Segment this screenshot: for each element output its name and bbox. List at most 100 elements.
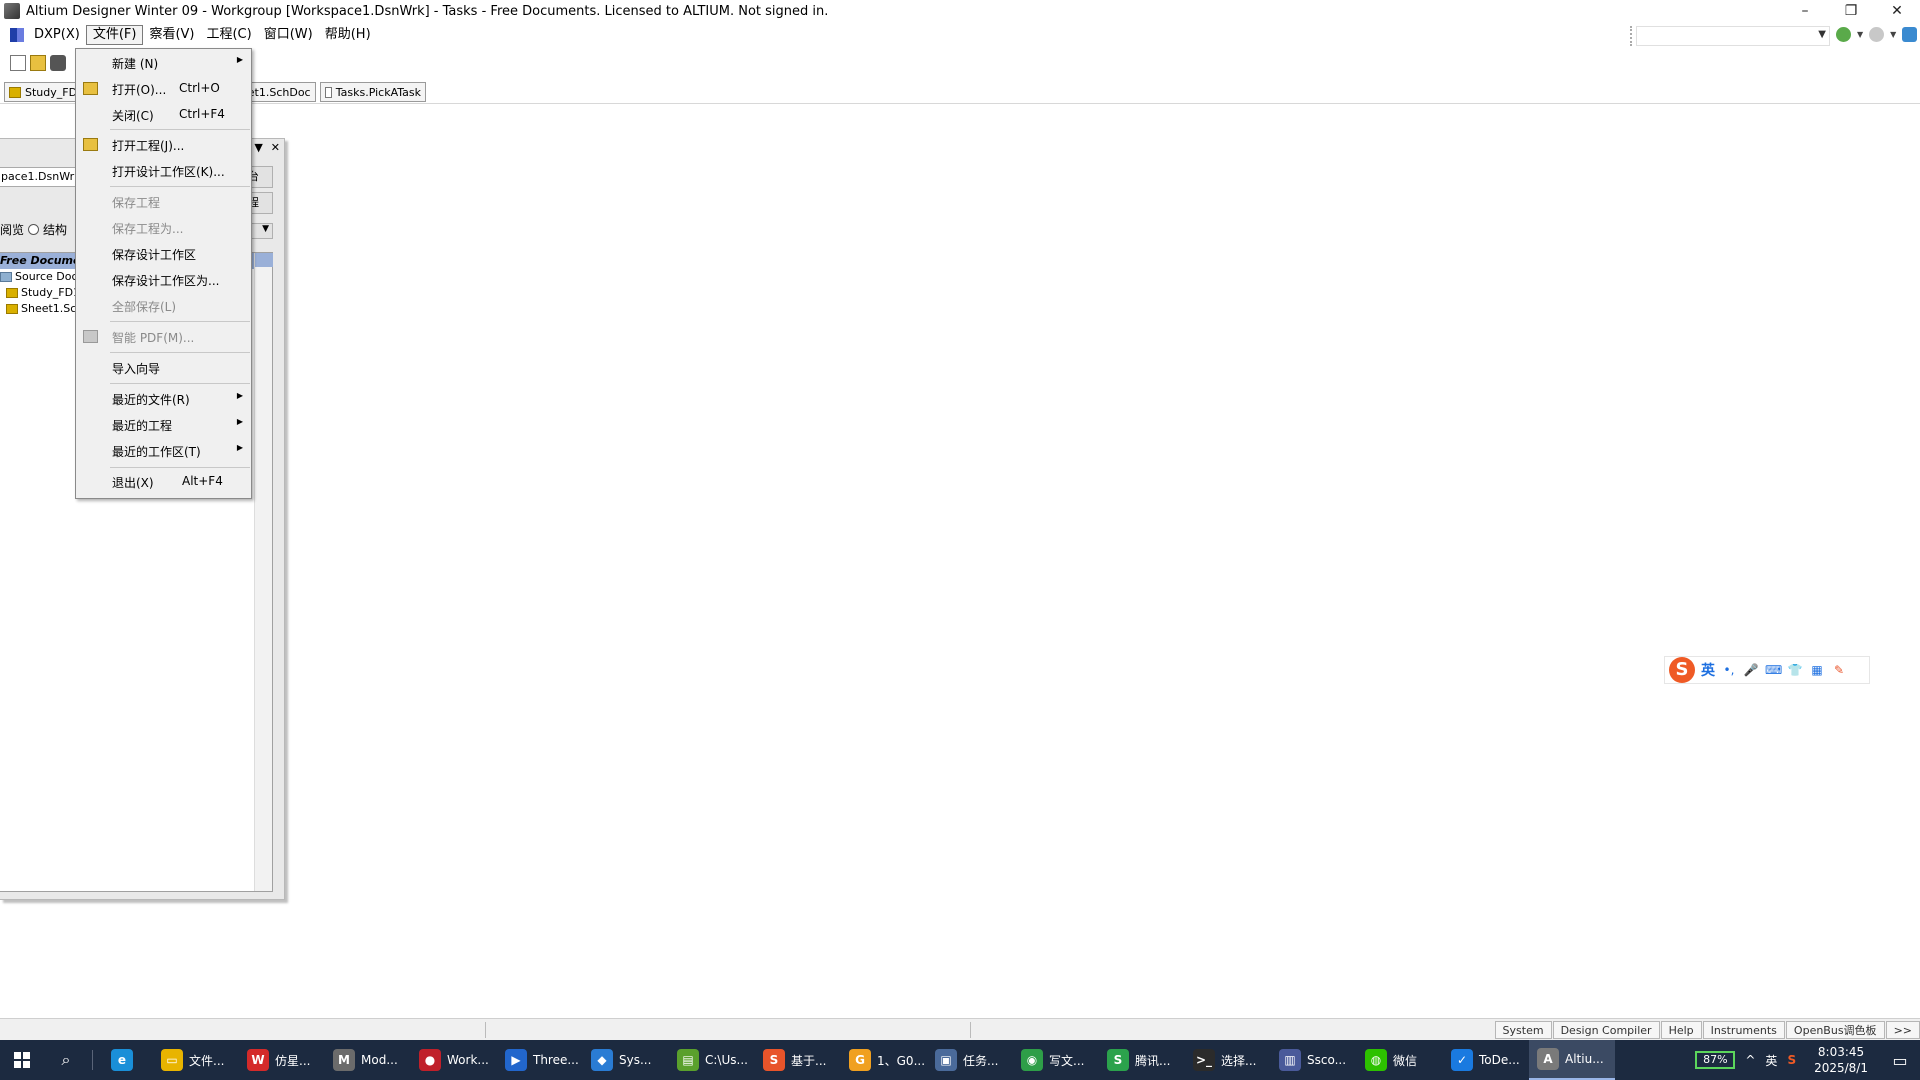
more-panels-button[interactable]: >> [1885,1021,1920,1039]
menu-project[interactable]: 工程(C) [200,25,257,45]
menu-item-recent-workspaces[interactable]: 最近的工作区(T) ▶ [76,439,251,463]
menu-item-recent-files[interactable]: 最近的文件(R) ▶ [76,387,251,411]
app-icon: >_ [1193,1049,1215,1071]
view-mode-label[interactable]: 阅览 [0,221,24,238]
taskbar-app[interactable]: W 仿星... [239,1040,325,1080]
taskbar-app-label: Sys... [619,1053,652,1067]
back-dropdown-icon[interactable]: ▼ [1857,30,1863,39]
app-icon: ◉ [1021,1049,1043,1071]
skin-icon[interactable]: 👕 [1787,663,1803,677]
toolbox-icon[interactable]: ✎ [1831,663,1847,677]
tray-sogou-icon[interactable]: S [1787,1053,1796,1067]
punctuation-icon[interactable]: •, [1721,663,1737,677]
taskbar-app[interactable]: ✓ ToDe... [1443,1040,1529,1080]
workspace-field[interactable]: pace1.DsnWrk [0,167,80,187]
taskbar-clock[interactable]: 8:03:45 2025/8/1 [1814,1044,1868,1076]
keyboard-icon[interactable]: ⌨ [1765,663,1782,677]
forward-dropdown-icon[interactable]: ▼ [1890,30,1896,39]
menu-file[interactable]: 文件(F) [85,25,144,45]
taskbar-app[interactable]: e [103,1040,153,1080]
taskbar-app[interactable]: ● Work... [411,1040,497,1080]
sogou-logo-icon[interactable]: S [1669,657,1695,683]
address-combo[interactable]: ▼ [1636,26,1830,46]
app-icon: A [1537,1048,1559,1070]
doc-tab-tasks[interactable]: Tasks.PickATask [320,82,426,102]
search-icon[interactable]: ⌕ [44,1040,88,1080]
taskbar-app[interactable]: ◉ 写文... [1013,1040,1099,1080]
home-icon[interactable] [1902,27,1918,42]
back-icon[interactable] [1836,27,1851,42]
taskbar-app[interactable]: S 基于... [755,1040,841,1080]
ime-toolbar: S 英 •, 🎤 ⌨ 👕 ▦ ✎ [1664,656,1870,684]
panel-menu-icon[interactable]: ▼ [254,141,262,154]
restore-button[interactable]: ❐ [1828,0,1874,22]
start-button[interactable] [0,1040,44,1080]
apps-grid-icon[interactable]: ▦ [1809,663,1825,677]
taskbar-app[interactable]: ◍ 微信 [1357,1040,1443,1080]
tool-icon[interactable] [50,55,66,71]
taskbar-app[interactable]: ▥ Ssco... [1271,1040,1357,1080]
help-panel-button[interactable]: Help [1660,1021,1702,1039]
taskbar-app[interactable]: A Altiu... [1529,1040,1615,1080]
menu-item-open-workspace[interactable]: 打开设计工作区(K)... [76,159,251,183]
app-icon: ▥ [1279,1049,1301,1071]
structure-radio[interactable] [28,224,40,235]
minimize-button[interactable]: – [1782,0,1828,22]
panel-close-icon[interactable]: ✕ [271,141,280,154]
taskbar-app[interactable]: >_ 选择... [1185,1040,1271,1080]
menu-window[interactable]: 窗口(W) [258,25,319,45]
battery-indicator[interactable]: 87% [1695,1051,1736,1069]
menu-view[interactable]: 察看(V) [143,25,200,45]
menu-item-label: 打开设计工作区(K)... [112,165,225,179]
close-button[interactable]: ✕ [1874,0,1920,22]
menu-item-save-workspace[interactable]: 保存设计工作区 [76,242,251,266]
menu-item-open[interactable]: 打开(O)... Ctrl+O [76,77,251,101]
taskbar-app[interactable]: ▣ 任务... [927,1040,1013,1080]
taskbar-app[interactable]: S 腾讯... [1099,1040,1185,1080]
menu-help[interactable]: 帮助(H) [319,25,377,45]
instruments-panel-button[interactable]: Instruments [1702,1021,1785,1039]
taskbar-app[interactable]: ▭ 文件... [153,1040,239,1080]
toolbar-gripper[interactable] [1630,26,1632,46]
doc-tab-study[interactable]: Study_FD [4,82,84,102]
menu-item-save-workspace-as[interactable]: 保存设计工作区为... [76,268,251,292]
microphone-icon[interactable]: 🎤 [1743,663,1759,677]
structure-radio-label[interactable]: 结构 [43,221,67,238]
ime-language-toggle[interactable]: 英 [1701,660,1715,680]
menu-item-recent-projects[interactable]: 最近的工程 ▶ [76,413,251,437]
menu-separator [110,321,250,322]
tree-item-label: Sheet1.Sch [21,302,84,315]
menu-item-exit[interactable]: 退出(X) Alt+F4 [76,470,251,494]
menu-item-new[interactable]: 新建 (N) ▶ [76,51,251,75]
taskbar-app-label: Mod... [361,1053,398,1067]
windows-logo-icon [14,1052,30,1068]
forward-icon[interactable] [1869,27,1885,42]
app-icon: ▶ [505,1049,527,1071]
taskbar-app[interactable]: ◆ Sys... [583,1040,669,1080]
system-panel-button[interactable]: System [1494,1021,1552,1039]
taskbar-app[interactable]: ▶ Three... [497,1040,583,1080]
menu-separator [110,352,250,353]
taskbar-app[interactable]: ▤ C:\Us... [669,1040,755,1080]
notification-icon[interactable]: ▭ [1880,1051,1920,1070]
menu-dxp[interactable]: DXP(X) [28,25,86,45]
menu-item-import-wizard[interactable]: 导入向导 [76,356,251,380]
tray-chevron-icon[interactable]: ^ [1745,1053,1755,1067]
taskbar-app[interactable]: G 1、G0... [841,1040,927,1080]
design-compiler-panel-button[interactable]: Design Compiler [1552,1021,1660,1039]
tree-scroll-strip[interactable] [254,253,273,891]
tray-ime-language[interactable]: 英 [1765,1052,1777,1069]
new-file-icon[interactable] [10,55,26,71]
status-bar: System Design Compiler Help Instruments … [0,1018,1920,1040]
open-folder-icon[interactable] [30,55,46,71]
panel-buttons: System Design Compiler Help Instruments … [1494,1021,1920,1039]
openbus-panel-button[interactable]: OpenBus调色板 [1785,1021,1885,1039]
taskbar-app[interactable]: M Mod... [325,1040,411,1080]
main-toolbar [0,50,1920,76]
menu-item-label: 退出(X) [112,476,154,490]
menu-item-open-project[interactable]: 打开工程(J)... [76,133,251,157]
taskbar-app-label: C:\Us... [705,1053,748,1067]
menu-item-close[interactable]: 关闭(C) Ctrl+F4 [76,103,251,127]
chevron-down-icon[interactable]: ▼ [1818,29,1826,40]
submenu-arrow-icon: ▶ [236,55,243,64]
